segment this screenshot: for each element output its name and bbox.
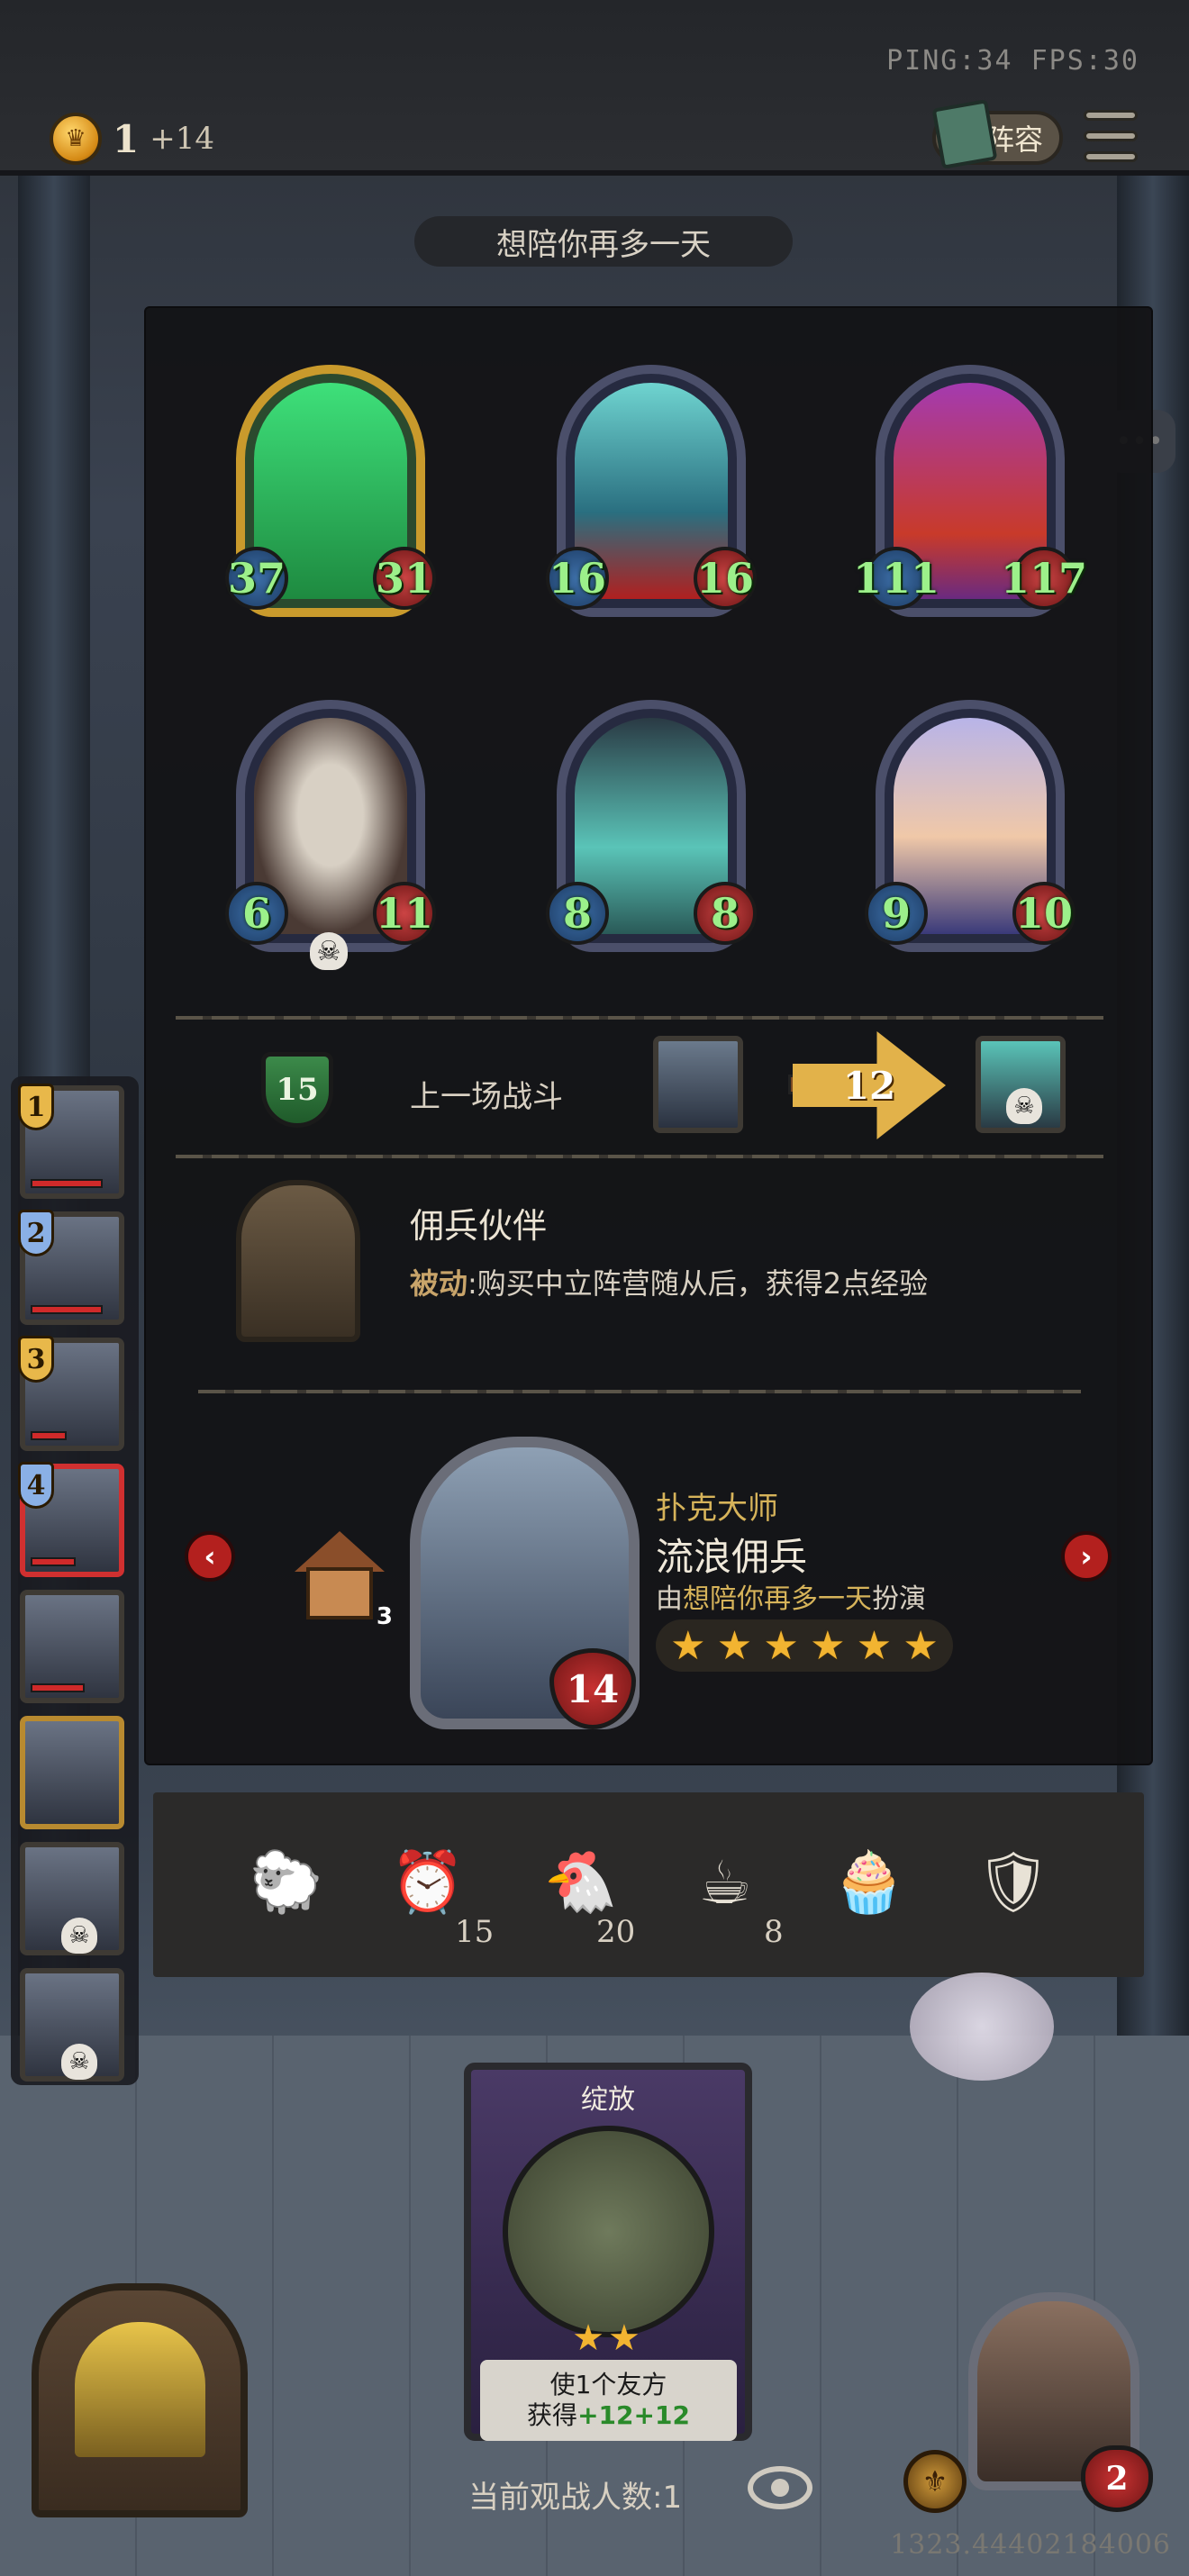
health-bar: [31, 1305, 103, 1314]
alarm-clock-count: 15: [455, 1914, 495, 1950]
sheep-icon[interactable]: 🐑: [241, 1837, 331, 1927]
hero-portrait-self: [653, 1036, 743, 1133]
section-divider: [176, 1155, 1103, 1158]
menu-button[interactable]: [1084, 110, 1138, 162]
minion-card[interactable]: 6 11: [225, 700, 436, 952]
rank-badge: 2: [18, 1210, 54, 1256]
next-button[interactable]: ›: [1061, 1531, 1112, 1582]
minion-health: 16: [694, 547, 757, 610]
minion-health: 10: [1012, 882, 1076, 945]
star-icon: ★: [903, 1622, 939, 1669]
hero-portrait-opponent: ☠: [976, 1036, 1066, 1133]
viewer-count: 当前观战人数:1: [468, 2480, 683, 2516]
player-list-item[interactable]: [20, 1590, 124, 1703]
prev-button[interactable]: ‹: [185, 1531, 235, 1582]
chicken-count: 20: [596, 1914, 636, 1950]
player-list-item[interactable]: 1: [18, 1084, 124, 1199]
spell-stars: ★★: [572, 2317, 644, 2359]
hero-power-name: 佣兵伙伴: [410, 1206, 548, 1246]
minion-card[interactable]: 8 8: [546, 700, 757, 952]
opponent-title: 想陪你再多一天: [414, 216, 793, 267]
spell-card[interactable]: 绽放 ★★ 使1个友方 获得+12+12: [464, 2063, 752, 2441]
spell-description: 使1个友方 获得+12+12: [480, 2360, 737, 2441]
damage-value: 12: [842, 1063, 896, 1108]
passive-tag: 被动: [410, 1266, 468, 1301]
gold-income: +14: [150, 121, 214, 157]
hero-title: 扑克大师: [656, 1491, 778, 1527]
minion-attack: 8: [546, 882, 609, 945]
shield-icon[interactable]: 🛡: [968, 1837, 1058, 1927]
star-icon: ★: [856, 1622, 893, 1669]
rank-badge: 3: [18, 1336, 54, 1383]
health-bar: [31, 1683, 85, 1692]
top-bar: PING:34 FPS:30 ♛ 1 +14 阵容: [0, 0, 1189, 176]
gold-coin-icon: ♛: [50, 113, 102, 165]
hero-star-rating: ★ ★ ★ ★ ★ ★: [656, 1619, 953, 1672]
tavern-gate-button[interactable]: [32, 2283, 248, 2517]
section-divider: [198, 1390, 1081, 1393]
rank-badge: 4: [18, 1462, 54, 1509]
cupcake-icon[interactable]: 🧁: [824, 1837, 914, 1927]
player-list-item[interactable]: 3: [18, 1336, 124, 1451]
eliminated-skull-icon: ☠: [1006, 1088, 1042, 1124]
player-name: 想陪你再多一天: [683, 1583, 872, 1615]
minion-attack: 16: [546, 547, 609, 610]
rank-badge: 1: [18, 1084, 54, 1130]
hero-power-description: 被动:购买中立阵营随从后，获得2点经验: [410, 1266, 929, 1301]
star-icon: ★: [716, 1622, 753, 1669]
minion-attack: 9: [865, 882, 928, 945]
minion-card[interactable]: 111 117: [853, 365, 1087, 617]
teacup-icon[interactable]: ☕: [680, 1837, 770, 1927]
hamburger-icon: [1084, 110, 1138, 121]
minion-attack: 37: [225, 547, 288, 610]
hero-played-by: 由想陪你再多一天扮演: [656, 1583, 926, 1615]
tavern-tier-badge: 15: [261, 1052, 333, 1128]
chevron-left-icon: ‹: [204, 1539, 216, 1574]
crest-icon: ⚜: [921, 2464, 948, 2499]
minion-attack: 111: [853, 547, 939, 610]
minion-card[interactable]: 16 16: [546, 365, 757, 617]
star-icon: ★: [763, 1622, 799, 1669]
session-id: 1323.44402184006: [890, 2529, 1171, 2561]
player-list-item-eliminated[interactable]: ☠: [20, 1842, 124, 1955]
hero-name: 流浪佣兵: [656, 1535, 808, 1579]
minion-attack: 6: [225, 882, 288, 945]
skull-icon: ☠: [61, 1918, 97, 1954]
lily-flower-art: [503, 2126, 714, 2337]
star-icon: ★: [670, 1622, 706, 1669]
health-bar: [31, 1431, 67, 1440]
gold-display: ♛ 1 +14: [50, 113, 214, 165]
health-bar: [31, 1557, 76, 1566]
minion-health: 117: [1001, 547, 1087, 610]
hero-power-button[interactable]: ⚜: [903, 2450, 967, 2513]
minion-health: 11: [373, 882, 436, 945]
chevron-right-icon: ›: [1080, 1539, 1093, 1574]
player-list-item-selected[interactable]: 4: [18, 1462, 124, 1577]
last-battle-label: 上一场战斗: [410, 1079, 563, 1115]
house-count: 3: [376, 1603, 393, 1630]
wolf-silhouette-icon: [75, 2322, 205, 2457]
minion-card[interactable]: 37 31: [225, 365, 436, 617]
ping-fps-readout: PING:34 FPS:30: [886, 45, 1139, 77]
cherub-pet: [910, 1973, 1054, 2081]
skull-icon: ☠: [61, 2044, 97, 2080]
section-divider: [176, 1016, 1103, 1020]
book-icon: [931, 99, 998, 169]
player-list-item-eliminated[interactable]: ☠: [20, 1968, 124, 2082]
gold-amount: 1: [113, 116, 140, 161]
minion-health: 8: [694, 882, 757, 945]
health-bar: [31, 1179, 103, 1188]
deathrattle-skull-icon: ☠: [310, 932, 348, 970]
minion-health: 31: [373, 547, 436, 610]
house-icon: 3: [290, 1531, 393, 1630]
star-icon: ★: [810, 1622, 846, 1669]
spell-name: 绽放: [581, 2084, 635, 2116]
hero-power-icon[interactable]: [236, 1180, 360, 1342]
minion-card[interactable]: 9 10: [865, 700, 1076, 952]
teacup-count: 8: [764, 1914, 784, 1950]
player-list-item[interactable]: 2: [18, 1210, 124, 1325]
player-list-item-self[interactable]: [20, 1716, 124, 1829]
eye-icon[interactable]: [748, 2466, 812, 2509]
player-health: 2: [1081, 2445, 1153, 2512]
